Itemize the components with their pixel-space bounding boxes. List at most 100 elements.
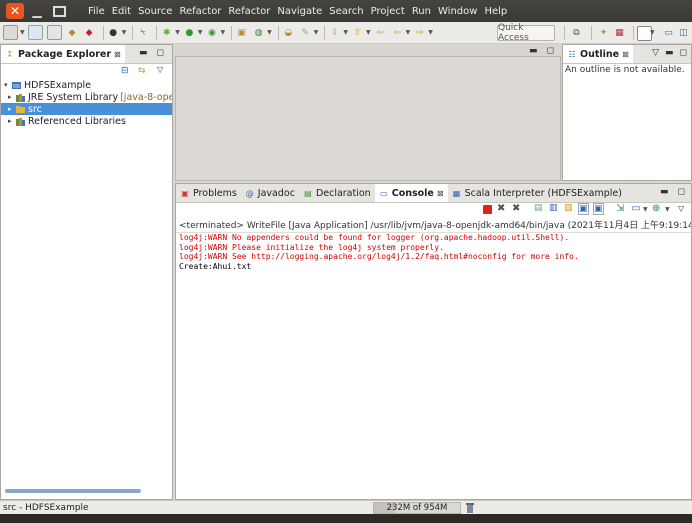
restore-icon[interactable]: ▭ (662, 26, 675, 39)
link-with-editor-icon[interactable]: ⇆ (138, 66, 148, 76)
tab-declaration[interactable]: ▤ Declaration (299, 184, 375, 202)
back-dropdown-icon[interactable]: ▼ (406, 29, 411, 36)
new-java-project-icon[interactable]: ◆ (66, 26, 79, 39)
open-perspective-icon[interactable]: ⧉ (570, 26, 583, 39)
scala-perspective-icon[interactable]: ▦ (613, 26, 626, 39)
forward-icon[interactable]: ⇨ (413, 26, 426, 39)
new-file-icon[interactable] (3, 25, 18, 40)
new-class-dropdown-icon[interactable]: ▼ (267, 29, 272, 36)
tree-item-jre-system-library[interactable]: ▸ JRE System Library [java-8-openjdk-a (1, 91, 172, 103)
window-minimize-button[interactable]: ▁ (28, 3, 46, 19)
next-annotation-dropdown-icon[interactable]: ▼ (343, 29, 348, 36)
garbage-collect-icon[interactable] (465, 503, 475, 513)
next-annotation-icon[interactable]: ⇩ (328, 26, 341, 39)
open-console-icon[interactable]: ⊕ (652, 203, 660, 214)
console-output[interactable]: log4j:WARN No appenders could be found f… (179, 233, 579, 271)
forward-dropdown-icon[interactable]: ▼ (428, 29, 433, 36)
tab-scala-interpreter[interactable]: ▦ Scala Interpreter (HDFSExample) (448, 184, 626, 202)
tree-item-src[interactable]: ▸ src (1, 103, 172, 115)
menu-window[interactable]: Window (438, 6, 477, 17)
terminate-icon[interactable] (483, 205, 492, 214)
close-icon[interactable]: ⊠ (437, 189, 444, 198)
quick-access-field[interactable]: Quick Access (497, 23, 555, 43)
new-class-icon[interactable]: ◍ (252, 26, 265, 39)
expand-arrow-icon[interactable]: ▸ (8, 105, 16, 113)
view-menu-icon[interactable]: ▽ (652, 48, 659, 58)
tab-javadoc[interactable]: @ Javadoc (241, 184, 299, 202)
dropdown-icon[interactable]: ▼ (122, 29, 127, 36)
clear-console-icon[interactable]: ▤ (534, 203, 543, 213)
debug-dropdown-icon[interactable]: ▼ (175, 29, 180, 36)
menu-search[interactable]: Search (329, 6, 363, 17)
expand-arrow-icon[interactable]: ▸ (8, 93, 16, 101)
minimize-view-icon[interactable]: ▬ (660, 187, 669, 197)
last-edit-location-icon[interactable]: ⇦ (374, 26, 387, 39)
run-dropdown-icon[interactable]: ▼ (198, 29, 203, 36)
show-on-stdout-icon[interactable]: ▣ (578, 203, 589, 215)
tree-item-referenced-libraries[interactable]: ▸ Referenced Libraries (1, 115, 172, 127)
display-console-dropdown-icon[interactable]: ▼ (643, 206, 648, 213)
open-console-dropdown-icon[interactable]: ▼ (665, 206, 670, 213)
horizontal-scrollbar[interactable] (5, 489, 141, 493)
menu-file[interactable]: File (88, 6, 105, 17)
search-dropdown-icon[interactable]: ▼ (314, 29, 319, 36)
menu-refactor[interactable]: Refactor (179, 6, 221, 17)
debug-target-icon[interactable]: ● (107, 26, 120, 39)
tab-outline[interactable]: ☷ Outline ⊠ (563, 45, 633, 63)
menu-run[interactable]: Run (412, 6, 431, 17)
new-package-icon[interactable]: ▣ (235, 26, 248, 39)
remove-all-launches-icon[interactable]: ✖ (512, 203, 520, 214)
close-icon[interactable]: ⊠ (114, 50, 121, 59)
new-dropdown-icon[interactable]: ▼ (20, 29, 25, 36)
window-maximize-button[interactable] (50, 3, 68, 19)
open-type-icon[interactable]: ◒ (282, 26, 295, 39)
expand-arrow-icon[interactable]: ▸ (8, 117, 16, 125)
remove-launch-icon[interactable]: ✖ (497, 203, 505, 214)
save-icon[interactable] (27, 25, 43, 40)
status-selection: src - HDFSExample (3, 502, 89, 513)
pin-console-icon[interactable]: ⇲ (616, 203, 624, 214)
print-icon[interactable] (46, 25, 62, 40)
tree-item-hdfsexample[interactable]: ▾ HDFSExample (1, 79, 172, 91)
menu-project[interactable]: Project (371, 6, 405, 17)
tab-problems[interactable]: ▣ Problems (176, 184, 241, 202)
collapse-all-icon[interactable]: ⊟ (121, 66, 131, 76)
heap-status[interactable]: 232M of 954M (373, 502, 461, 514)
maximize-view-icon[interactable]: ◻ (678, 187, 685, 197)
java-ee-perspective-icon[interactable]: ✦ (597, 26, 610, 39)
maximize-view-icon[interactable]: ◻ (157, 48, 164, 58)
back-icon[interactable]: ⇦ (391, 26, 404, 39)
maximize-editor-icon[interactable]: ◻ (547, 46, 554, 56)
minimize-view-icon[interactable]: ▬ (665, 48, 674, 58)
minimize-view-icon[interactable]: ▬ (139, 48, 148, 58)
menu-source[interactable]: Source (138, 6, 172, 17)
previous-annotation-icon[interactable]: ⇧ (351, 26, 364, 39)
menu-navigate[interactable]: Navigate (277, 6, 322, 17)
minimize-editor-icon[interactable]: ▬ (529, 46, 538, 56)
run-icon[interactable]: ● (183, 26, 196, 39)
external-tools-dropdown-icon[interactable]: ▼ (221, 29, 226, 36)
skip-breakpoints-icon[interactable]: ⍀ (136, 26, 149, 39)
display-selected-console-icon[interactable]: ▭ (631, 203, 640, 214)
tab-package-explorer[interactable]: ⁑ Package Explorer ⊠ (1, 45, 125, 63)
menu-help[interactable]: Help (484, 6, 507, 17)
view-menu-icon[interactable]: ▽ (678, 204, 684, 213)
show-on-stderr-icon[interactable]: ▣ (593, 203, 604, 215)
scroll-lock-icon[interactable]: ▥ (549, 203, 558, 213)
new-scala-project-icon[interactable]: ◆ (83, 26, 96, 39)
search-icon[interactable]: ✎ (299, 26, 312, 39)
maximize-perspective-icon[interactable]: ◫ (677, 26, 690, 39)
debug-icon[interactable]: ✱ (160, 26, 173, 39)
previous-annotation-dropdown-icon[interactable]: ▼ (366, 29, 371, 36)
menu-refactor-2[interactable]: Refactor (228, 6, 270, 17)
view-menu-icon[interactable]: ▽ (157, 65, 167, 75)
window-layout-dropdown-icon[interactable]: ▼ (650, 29, 655, 36)
external-tools-icon[interactable]: ◉ (206, 26, 219, 39)
menu-edit[interactable]: Edit (112, 6, 131, 17)
close-icon[interactable]: ⊠ (622, 50, 629, 59)
expand-arrow-icon[interactable]: ▾ (4, 81, 12, 89)
tab-console[interactable]: ▭ Console ⊠ (374, 184, 448, 202)
word-wrap-icon[interactable]: ▧ (564, 203, 573, 213)
maximize-view-icon[interactable]: ◻ (680, 48, 687, 58)
window-close-button[interactable]: ✕ (6, 3, 24, 19)
